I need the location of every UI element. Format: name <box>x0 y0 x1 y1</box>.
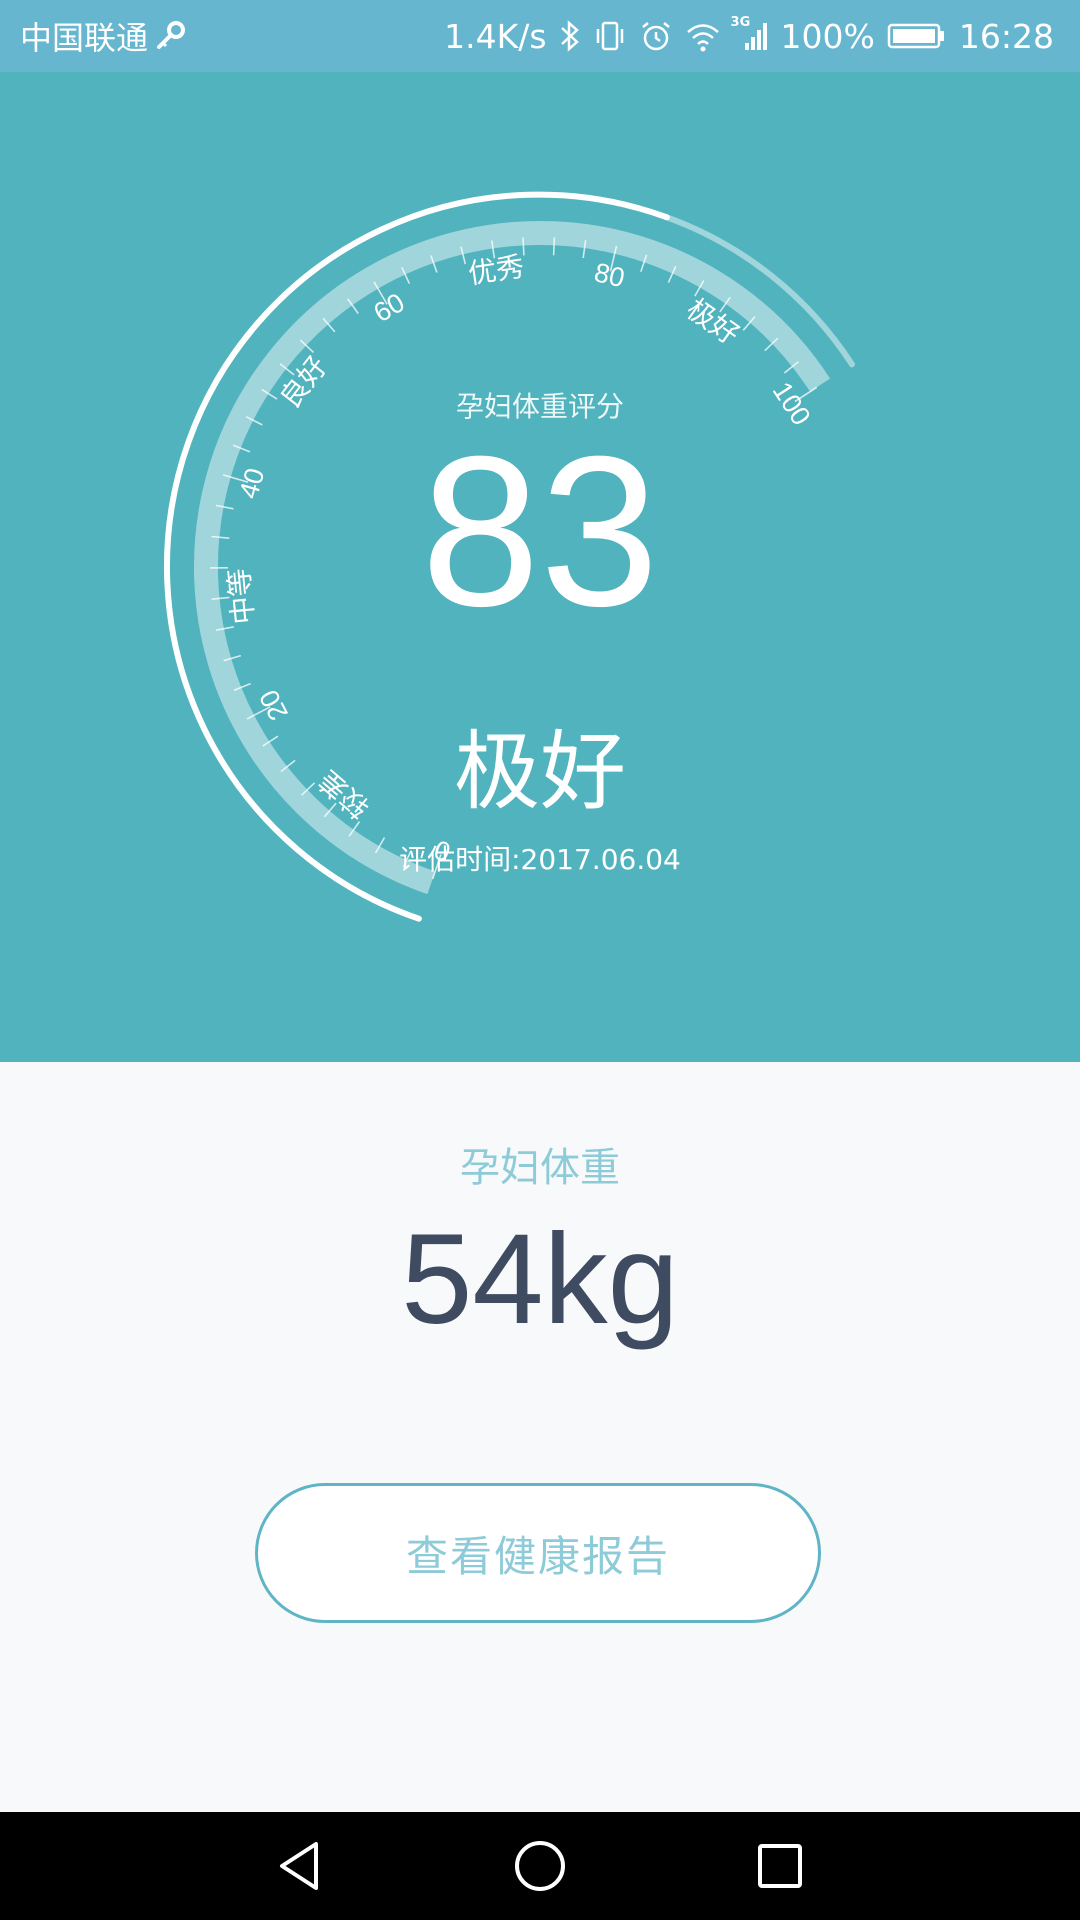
status-right: 1.4K/s 3G 100% 16:28 <box>444 0 1054 72</box>
battery-percent: 100% <box>780 16 875 56</box>
gauge-number-label: 60 <box>369 287 410 328</box>
gauge-number-label: 20 <box>253 685 293 725</box>
home-icon <box>515 1841 565 1891</box>
net-speed: 1.4K/s <box>444 16 547 56</box>
score-value: 83 <box>420 412 660 651</box>
weight-title: 孕妇体重 <box>460 1145 620 1191</box>
gauge-tick <box>552 237 556 256</box>
home-button[interactable] <box>480 1812 600 1920</box>
key-icon <box>154 19 188 53</box>
screen: 中国联通 1.4K/s 3G 100% 16:28 0 20 40 60 80 … <box>0 0 1080 1920</box>
score-panel: 0 20 40 60 80 100 较差 中等 良好 优秀 极好 孕妇体重评分 83 极好 评估时间… <box>0 72 1080 1062</box>
battery-icon <box>887 21 947 51</box>
bluetooth-icon <box>559 19 581 53</box>
vibrate-icon <box>593 19 627 53</box>
weight-value: 54kg <box>401 1208 679 1351</box>
gauge-tick <box>522 237 525 256</box>
gauge-number-label: 80 <box>591 257 627 293</box>
back-icon <box>280 1842 318 1890</box>
gauge-remaining-arc <box>663 214 855 368</box>
carrier-name: 中国联通 <box>20 19 149 57</box>
navigation-bar <box>0 1812 1080 1920</box>
clock: 16:28 <box>958 16 1054 56</box>
signal-icon: 3G <box>731 15 769 53</box>
back-button[interactable] <box>240 1812 360 1920</box>
evaluation-time: 评估时间:2017.06.04 <box>399 843 681 876</box>
recents-icon <box>758 1844 802 1888</box>
recents-button[interactable] <box>720 1812 840 1920</box>
network-type: 3G <box>730 15 751 30</box>
wifi-icon <box>685 19 721 53</box>
status-left: 中国联通 <box>20 0 188 72</box>
alarm-icon <box>639 19 673 53</box>
gauge-zone-label: 优秀 <box>466 250 526 291</box>
status-bar: 中国联通 1.4K/s 3G 100% 16:28 <box>0 0 1080 72</box>
view-health-report-button[interactable]: 查看健康报告 <box>255 1483 821 1623</box>
rating-label: 极好 <box>454 722 626 822</box>
